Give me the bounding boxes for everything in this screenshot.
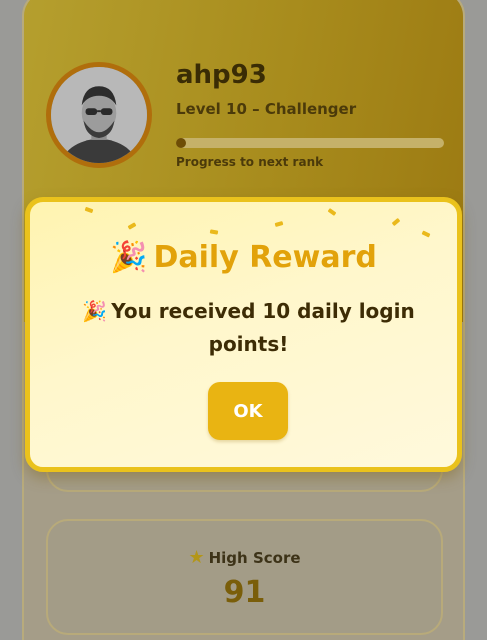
rank-progress-bar (176, 138, 444, 148)
avatar-image (51, 67, 147, 163)
modal-title-text: Daily Reward (153, 240, 377, 275)
daily-reward-modal: 🎉 Daily Reward 🎉 You received 10 daily log… (25, 197, 462, 472)
confetti-piece (274, 221, 284, 227)
progress-label: Progress to next rank (176, 155, 324, 169)
confetti-piece (391, 217, 401, 227)
high-score-label-text: High Score (208, 549, 301, 567)
modal-title: 🎉 Daily Reward (30, 240, 457, 275)
modal-message: 🎉 You received 10 daily login points! (70, 295, 427, 361)
party-popper-icon: 🎉 (82, 299, 108, 323)
confetti-piece (127, 222, 137, 230)
star-icon: ★ (188, 547, 205, 568)
avatar (46, 62, 152, 168)
rank-progress-fill (176, 138, 186, 148)
high-score-tile: ★ High Score 91 (46, 519, 443, 635)
high-score-label: ★ High Score (48, 547, 441, 568)
party-popper-icon: 🎉 (110, 240, 148, 275)
high-score-value: 91 (223, 575, 266, 610)
modal-message-text: You received 10 daily login points! (111, 299, 415, 356)
confetti-piece (327, 208, 337, 216)
username: ahp93 (176, 60, 267, 90)
confetti-piece (84, 206, 94, 214)
ok-button[interactable]: OK (208, 382, 288, 440)
level-rank: Level 10 – Challenger (176, 100, 357, 118)
confetti-piece (421, 230, 431, 238)
screen: ahp93 Level 10 – Challenger Progress to … (0, 0, 487, 640)
confetti-piece (209, 229, 219, 235)
